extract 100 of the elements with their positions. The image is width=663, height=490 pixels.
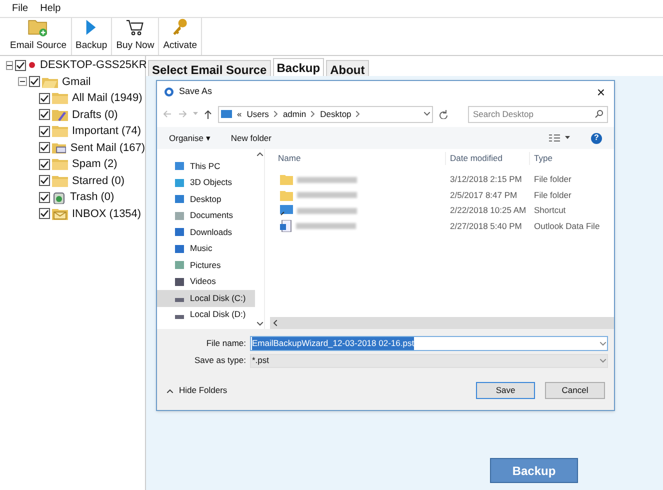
tab[interactable]: About (326, 60, 369, 76)
column-header[interactable]: Date modified (446, 152, 530, 165)
nav-item[interactable]: Local Disk (C:) (157, 290, 255, 306)
tree-item[interactable]: Starred (0) (72, 172, 125, 189)
chevron-icon (356, 111, 360, 117)
nav-item[interactable]: Music (157, 240, 255, 257)
nav-item[interactable]: Desktop (157, 191, 255, 208)
breadcrumb-item[interactable]: Desktop (320, 108, 352, 120)
tree-item[interactable]: DESKTOP-GSS25KR (40, 57, 147, 74)
file-name-field[interactable]: EmailBackupWizard_12-03-2018 02-16.pst (250, 336, 608, 351)
file-row[interactable]: 2/27/2018 5:40 PM Outlook Data File (270, 218, 614, 234)
tree-checkbox[interactable] (39, 208, 50, 220)
nav-item[interactable]: 3D Objects (157, 174, 255, 191)
app-icon (164, 87, 174, 97)
blurred-name (297, 192, 357, 198)
scroll-up-icon[interactable] (256, 152, 262, 156)
tree-item[interactable]: Spam (2) (72, 156, 118, 172)
toolbar-button[interactable]: Backup (72, 18, 112, 55)
tree-checkbox[interactable] (29, 76, 40, 88)
tree-item[interactable]: Trash (0) (70, 189, 114, 206)
search-icon (595, 110, 603, 118)
play-arrow-icon (84, 18, 98, 37)
up-arrow-icon[interactable] (204, 110, 212, 118)
file-row[interactable]: 2/5/2017 8:47 PM File folder (270, 188, 614, 203)
tree-checkbox[interactable] (39, 192, 50, 203)
hide-folders-button[interactable]: Hide Folders (163, 384, 228, 397)
tree-item[interactable]: Gmail (62, 74, 91, 90)
scroll-left-icon[interactable] (273, 320, 277, 326)
chevron-icon (311, 111, 316, 117)
dropdown-caret-icon[interactable] (600, 358, 606, 362)
tree-checkbox[interactable] (39, 126, 50, 137)
column-header[interactable]: Name (270, 152, 446, 165)
toolbar-button[interactable]: Buy Now (112, 18, 160, 55)
field-label: Save as type: (193, 354, 246, 367)
folder-icon (52, 92, 68, 104)
dot-icon (28, 61, 36, 70)
scroll-down-icon[interactable] (256, 322, 262, 326)
tab[interactable]: Select Email Source (148, 60, 271, 76)
breadcrumb-item[interactable]: admin (282, 108, 306, 120)
file-icon (280, 220, 292, 232)
command-button[interactable]: Organise ▾ (169, 132, 211, 144)
folder-envelope-icon (52, 208, 68, 220)
breadcrumb-item[interactable]: Users (246, 108, 269, 120)
search-field[interactable]: Search Desktop (468, 106, 608, 122)
nav-item[interactable]: Videos (157, 274, 255, 290)
folder-icon (52, 125, 68, 138)
tree-checkbox[interactable] (39, 175, 50, 186)
tree-item[interactable]: Drafts (0) (72, 106, 118, 123)
tree-checkbox[interactable] (39, 158, 50, 170)
tree-item[interactable]: Sent Mail (167) (70, 140, 145, 156)
refresh-icon[interactable] (439, 110, 448, 118)
folder-icon (280, 190, 293, 201)
folder-mail-icon (52, 142, 66, 154)
horizontal-scrollbar[interactable] (270, 317, 614, 329)
field-label: File name: (205, 337, 246, 350)
tree-item[interactable]: INBOX (1354) (72, 206, 142, 222)
blurred-name (296, 223, 356, 230)
folder-icon (52, 158, 68, 170)
expander-icon[interactable] (6, 60, 13, 70)
toolbar-button[interactable]: Email Source (6, 18, 72, 55)
tree-item[interactable]: All Mail (1949) (72, 90, 142, 106)
tree-checkbox[interactable] (15, 60, 26, 71)
file-type-dropdown[interactable]: *.pst (250, 354, 608, 368)
menu-item[interactable]: File (12, 1, 28, 16)
close-button[interactable]: × (594, 85, 607, 99)
tree-item[interactable]: Important (74) (72, 123, 142, 140)
breadcrumb-item[interactable]: « (237, 108, 242, 120)
help-button[interactable]: ? (591, 132, 602, 144)
nav-item[interactable]: Local Disk (D:) (157, 306, 255, 323)
tree-checkbox[interactable] (39, 92, 50, 104)
tab[interactable]: Backup (272, 58, 324, 76)
caret-up-icon (167, 388, 173, 392)
tree-checkbox[interactable] (39, 109, 50, 120)
nav-item[interactable]: This PC (157, 158, 255, 174)
toolbar-button[interactable]: Activate (159, 18, 202, 55)
expander-icon[interactable] (18, 77, 27, 86)
command-button[interactable]: New folder (230, 132, 272, 144)
folder-icon (42, 76, 58, 88)
file-row[interactable]: 3/12/2018 2:15 PM File folder (270, 172, 614, 188)
folder-pencil-icon (52, 108, 68, 121)
trash-icon (52, 190, 66, 204)
nav-item[interactable]: Documents (157, 208, 255, 224)
tree-checkbox[interactable] (38, 142, 50, 154)
cancel-button[interactable]: Cancel (545, 382, 605, 399)
blurred-name (297, 176, 357, 183)
dialog-title: Save As (179, 85, 212, 98)
dropdown-caret-icon[interactable] (424, 112, 430, 116)
dropdown-caret-icon[interactable] (600, 342, 606, 346)
cart-icon (124, 18, 146, 37)
shortcut-icon (280, 205, 293, 216)
menu-item[interactable]: Help (40, 1, 61, 16)
file-row[interactable]: 2/22/2018 10:25 AM Shortcut (270, 203, 614, 218)
column-header[interactable]: Type (530, 152, 552, 165)
search-input[interactable]: Search Desktop (473, 108, 595, 120)
chevron-icon (274, 111, 278, 117)
nav-item[interactable]: Pictures (157, 257, 255, 274)
save-button[interactable]: Save (476, 382, 535, 399)
address-bar[interactable]: « Users admin Desktop (218, 106, 433, 122)
nav-item[interactable]: Downloads (157, 224, 255, 240)
view-options-icon[interactable] (549, 134, 571, 142)
